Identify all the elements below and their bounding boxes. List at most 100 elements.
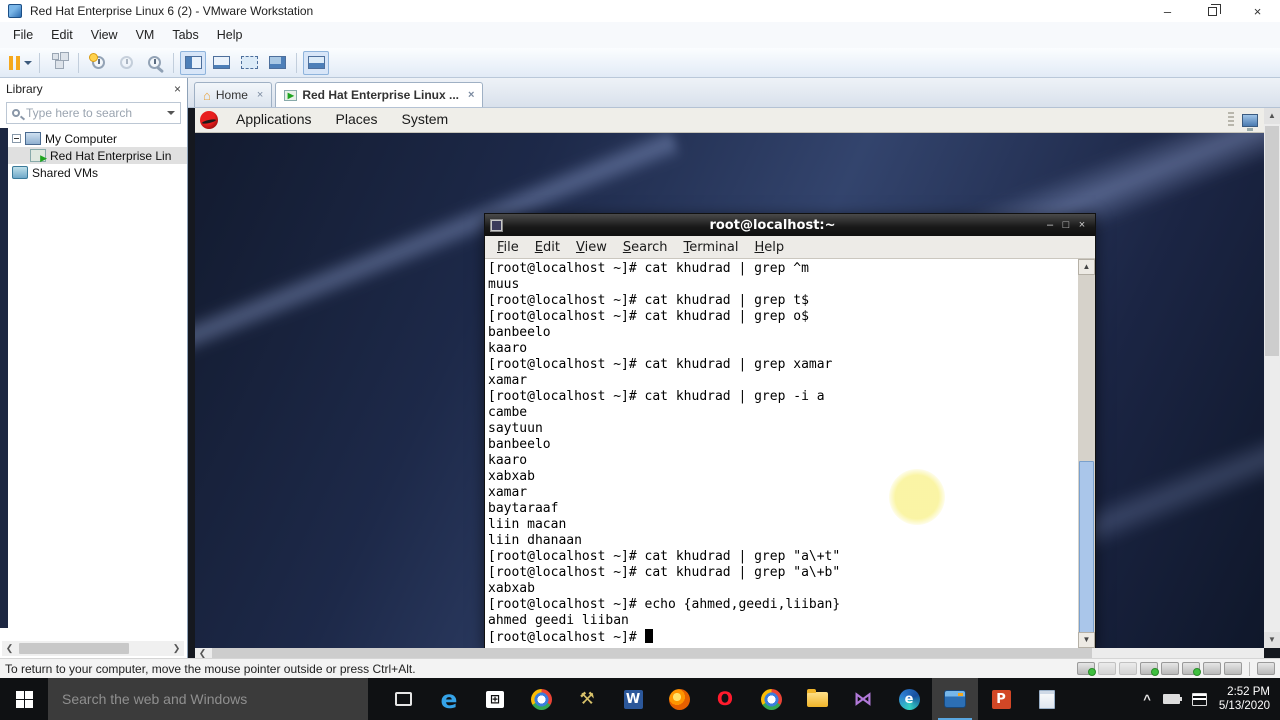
battery-icon[interactable] [1162, 694, 1182, 704]
tab-red-hat-enterprise-linux[interactable]: ▶ Red Hat Enterprise Linux ... × [275, 82, 484, 107]
terminal-line: [root@localhost ~]# cat khudrad | grep t… [488, 293, 809, 308]
taskbar-task-view[interactable] [380, 678, 426, 720]
revert-snapshot-button[interactable] [113, 51, 139, 75]
tree-item-my-computer[interactable]: My Computer [8, 130, 187, 147]
printer-icon[interactable] [1161, 662, 1179, 675]
hard-disk-icon[interactable] [1077, 662, 1096, 676]
floppy-icon[interactable] [1119, 662, 1137, 675]
terminal-menu-view[interactable]: View [568, 240, 615, 255]
show-console-button[interactable] [303, 50, 329, 75]
redhat-menu-icon[interactable] [200, 111, 218, 129]
word-icon: W [623, 689, 643, 709]
menu-edit[interactable]: Edit [42, 24, 82, 46]
action-center-icon[interactable] [1191, 692, 1207, 706]
close-button[interactable]: × [1235, 0, 1280, 22]
taskbar-notepad[interactable] [1024, 678, 1070, 720]
show-library-button[interactable] [180, 50, 206, 75]
terminal-body[interactable]: [root@localhost ~]# cat khudrad | grep ^… [485, 259, 1095, 648]
computer-monitor-icon[interactable] [1242, 113, 1258, 131]
sound-icon[interactable] [1182, 662, 1201, 676]
taskbar-powerpoint[interactable]: P [978, 678, 1024, 720]
taskbar-vmware[interactable] [932, 678, 978, 720]
taskbar-search[interactable] [48, 678, 368, 720]
terminal-scrollbar[interactable]: ▲ ▼ [1078, 259, 1095, 648]
terminal-menu-edit[interactable]: Edit [527, 240, 568, 255]
scroll-right-icon[interactable]: ❯ [169, 643, 184, 654]
console-view-button[interactable] [264, 51, 290, 75]
menu-view[interactable]: View [82, 24, 127, 46]
menu-help[interactable]: Help [208, 24, 252, 46]
taskbar-edge[interactable]: e [426, 678, 472, 720]
panel-drag-handle[interactable] [1228, 112, 1234, 128]
terminal-menu-terminal[interactable]: Terminal [676, 240, 747, 255]
gnome-menu-applications[interactable]: Applications [224, 111, 324, 127]
scroll-left-icon[interactable]: ❮ [195, 648, 210, 659]
terminal-minimize-button[interactable]: – [1042, 219, 1058, 231]
library-hscrollbar[interactable]: ❮ ❯ [2, 641, 184, 656]
unity-view-button[interactable] [208, 51, 234, 75]
scroll-thumb[interactable] [19, 643, 129, 654]
scroll-down-icon[interactable]: ▼ [1264, 632, 1280, 648]
taskbar-chrome[interactable] [518, 678, 564, 720]
menu-tabs[interactable]: Tabs [163, 24, 207, 46]
taskbar-chrome-2[interactable] [748, 678, 794, 720]
tree-item-red-hat-enterprise-lin[interactable]: Red Hat Enterprise Lin [8, 147, 187, 164]
scroll-up-icon[interactable]: ▲ [1264, 108, 1280, 124]
taskbar-file-explorer[interactable] [794, 678, 840, 720]
tab-close-icon[interactable]: × [468, 89, 474, 101]
terminal-menu-search[interactable]: Search [615, 240, 676, 255]
gnome-menu-system[interactable]: System [390, 111, 461, 127]
scroll-down-icon[interactable]: ▼ [1078, 632, 1095, 648]
library-close-icon[interactable]: × [174, 82, 181, 96]
manage-snapshots-button[interactable] [141, 51, 167, 75]
taskbar-visual-studio[interactable]: ⋈ [840, 678, 886, 720]
tab-close-icon[interactable]: × [257, 89, 263, 101]
gnome-menu-places[interactable]: Places [324, 111, 390, 127]
cd-rom-icon[interactable] [1098, 662, 1116, 675]
restore-button[interactable] [1190, 0, 1235, 22]
display-icon[interactable] [1224, 662, 1242, 675]
menu-file[interactable]: File [4, 24, 42, 46]
task-view-icon [394, 692, 412, 706]
scroll-up-icon[interactable]: ▲ [1078, 259, 1095, 275]
guest-screen[interactable]: Applications Places System root@localhost:… [195, 108, 1264, 648]
taskbar-store[interactable]: ⊞ [472, 678, 518, 720]
search-dropdown-icon[interactable] [167, 111, 175, 115]
fullscreen-exit-icon[interactable] [1257, 662, 1275, 675]
taskbar-firefox[interactable] [656, 678, 702, 720]
taskbar-admin-tools[interactable]: ⚒ [564, 678, 610, 720]
terminal-menu-help[interactable]: Help [746, 240, 792, 255]
taskbar-word[interactable]: W [610, 678, 656, 720]
terminal-menu-file[interactable]: File [489, 240, 527, 255]
terminal-maximize-button[interactable]: □ [1058, 219, 1074, 231]
full-screen-button[interactable] [236, 51, 262, 75]
usb-icon[interactable] [1203, 662, 1221, 675]
ctrl-alt-del-button[interactable] [46, 51, 72, 75]
terminal-close-button[interactable]: × [1074, 219, 1090, 231]
vmware-statusbar: To return to your computer, move the mou… [0, 658, 1280, 678]
menu-vm[interactable]: VM [127, 24, 164, 46]
taskbar-opera[interactable]: O [702, 678, 748, 720]
clock[interactable]: 2:52 PM 5/13/2020 [1219, 685, 1270, 713]
terminal-titlebar[interactable]: root@localhost:~ – □ × [485, 214, 1095, 236]
tab-home[interactable]: ⌂ Home × [194, 82, 273, 107]
library-search-input[interactable] [26, 106, 167, 120]
start-button[interactable] [0, 678, 48, 720]
window-controls: – × [1145, 0, 1280, 22]
scroll-left-icon[interactable]: ❮ [2, 643, 17, 654]
minimize-button[interactable]: – [1145, 0, 1190, 22]
taskbar-search-input[interactable] [48, 691, 368, 707]
tree-item-shared-vms[interactable]: Shared VMs [8, 164, 187, 181]
scroll-thumb[interactable] [1265, 126, 1279, 356]
vm-hscrollbar[interactable]: ❮ [195, 648, 1264, 658]
vm-vscrollbar[interactable]: ▲ ▼ [1264, 108, 1280, 648]
scroll-thumb[interactable] [1079, 461, 1094, 633]
tray-chevron-icon[interactable]: ^ [1143, 692, 1151, 707]
library-search[interactable] [6, 102, 181, 124]
expander-icon[interactable] [12, 134, 21, 143]
taskbar-edge-new[interactable]: e [886, 678, 932, 720]
take-snapshot-button[interactable] [85, 51, 111, 75]
scroll-thumb[interactable] [212, 648, 1092, 658]
pause-button[interactable] [7, 51, 33, 75]
network-icon[interactable] [1140, 662, 1159, 676]
